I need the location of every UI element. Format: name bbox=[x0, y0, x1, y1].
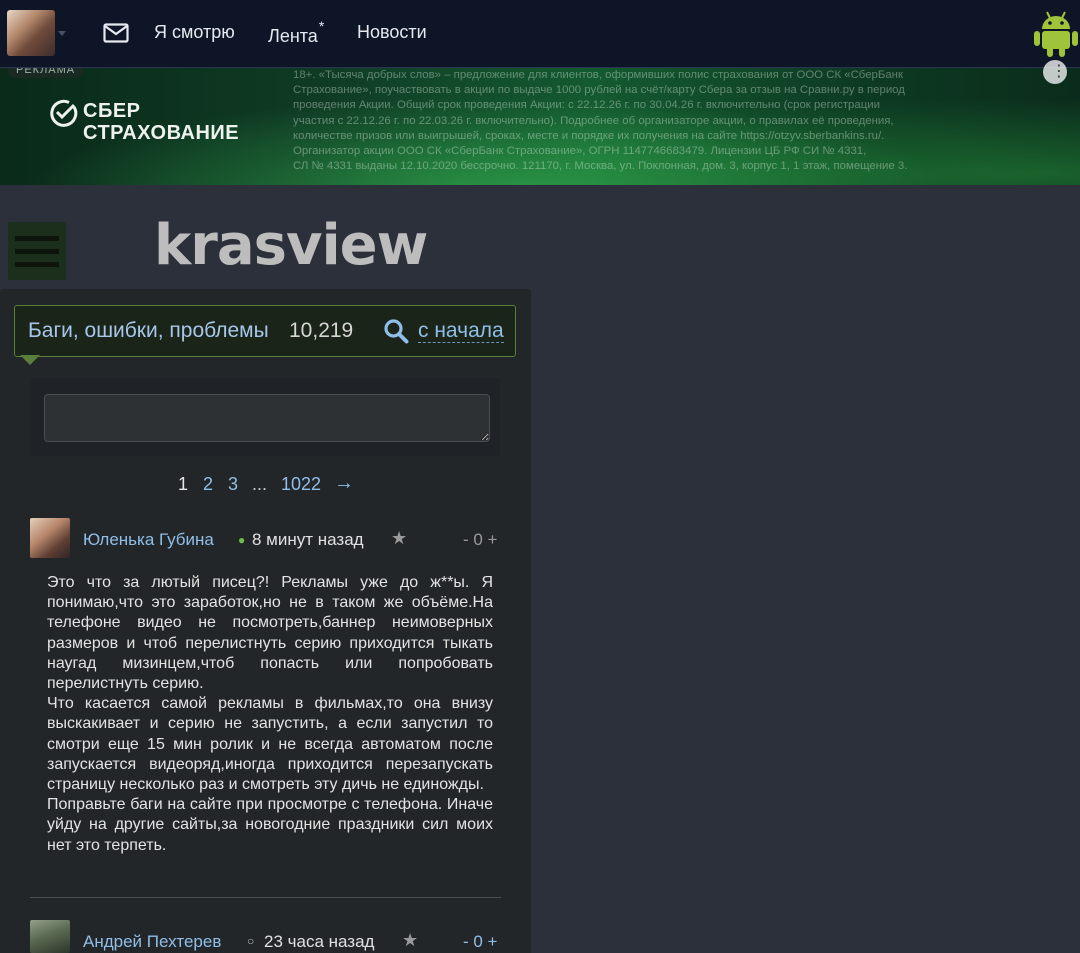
site-logo[interactable]: krasview bbox=[154, 213, 428, 278]
page-link-last[interactable]: 1022 bbox=[281, 474, 321, 495]
menu-icon-bar bbox=[15, 262, 59, 267]
ad-legal-text: 18+. «Тысяча добрых слов» – предложение … bbox=[293, 69, 908, 173]
page-current: 1 bbox=[178, 474, 189, 494]
comment-avatar[interactable] bbox=[30, 518, 70, 558]
search-icon[interactable] bbox=[383, 318, 409, 344]
topic-count: 10,219 bbox=[289, 319, 354, 342]
menu-icon-bar bbox=[15, 236, 59, 241]
from-start-link[interactable]: с начала bbox=[418, 320, 504, 343]
comment-author[interactable]: Андрей Пехтерев bbox=[83, 932, 221, 952]
comment-time[interactable]: 8 минут назад bbox=[252, 530, 364, 550]
star-icon[interactable]: ★ bbox=[391, 528, 407, 549]
comment-time[interactable]: 23 часа назад bbox=[264, 932, 374, 952]
comment-text: Это что за лютый писец?! Рекламы уже до … bbox=[47, 574, 493, 854]
topic-title[interactable]: Баги, ошибки, проблемы bbox=[28, 319, 269, 343]
page-next-arrow-icon[interactable]: → bbox=[334, 472, 354, 495]
comment-vote[interactable]: - 0 + bbox=[463, 530, 498, 550]
comment-vote[interactable]: - 0 + bbox=[463, 932, 498, 952]
star-icon[interactable]: ★ bbox=[402, 930, 418, 951]
comment-input[interactable] bbox=[44, 394, 490, 442]
mail-icon[interactable] bbox=[103, 23, 129, 43]
nav-link-feed[interactable]: Лента* bbox=[268, 18, 324, 47]
sber-logo-icon bbox=[50, 99, 78, 127]
hamburger-menu-button[interactable] bbox=[8, 222, 66, 280]
nav-feed-marker: * bbox=[318, 18, 325, 34]
online-status-icon: ● bbox=[238, 533, 246, 547]
user-avatar[interactable] bbox=[7, 10, 55, 56]
android-icon[interactable] bbox=[1033, 8, 1079, 58]
nav-link-news[interactable]: Новости bbox=[357, 22, 427, 43]
nav-feed-label: Лента bbox=[268, 26, 318, 46]
menu-icon-bar bbox=[15, 249, 59, 254]
ad-brand: СБЕР СТРАХОВАНИЕ bbox=[83, 100, 240, 144]
nav-link-watching[interactable]: Я смотрю bbox=[154, 22, 235, 43]
ad-options-button[interactable] bbox=[1043, 60, 1067, 84]
offline-status-icon: ○ bbox=[247, 934, 255, 948]
page-ellipsis: ... bbox=[252, 474, 268, 494]
top-navbar: Я смотрю Лента* Новости bbox=[0, 0, 1080, 68]
ad-tag: РЕКЛАМА bbox=[8, 68, 84, 78]
comment-avatar[interactable] bbox=[30, 920, 70, 953]
page-link-3[interactable]: 3 bbox=[228, 474, 238, 495]
comment-author[interactable]: Юленька Губина bbox=[83, 530, 214, 550]
topic-pointer bbox=[20, 355, 40, 365]
page-link-2[interactable]: 2 bbox=[203, 474, 213, 495]
comment-divider bbox=[30, 897, 501, 898]
chevron-down-icon[interactable] bbox=[58, 31, 66, 36]
